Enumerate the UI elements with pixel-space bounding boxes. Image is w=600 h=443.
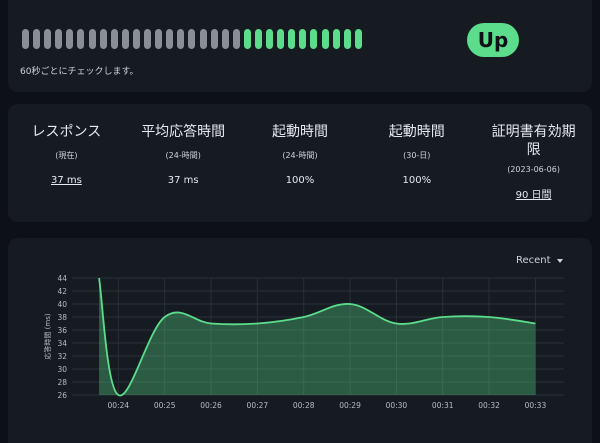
heartbeat-unknown[interactable] <box>99 29 107 49</box>
heartbeat-up[interactable] <box>321 29 329 49</box>
y-tick-label: 42 <box>57 287 67 296</box>
heartbeat-up[interactable] <box>243 29 251 49</box>
stat-value: 100% <box>285 175 315 186</box>
stat-title: レスポンス <box>31 124 102 140</box>
stat-response: レスポンス (現在) 37 ms <box>8 123 125 201</box>
x-tick-label: 00:25 <box>154 401 176 410</box>
heartbeat-up[interactable] <box>288 29 296 49</box>
heartbeat-unknown[interactable] <box>155 29 163 49</box>
y-tick-label: 32 <box>57 352 67 361</box>
heartbeat-unknown[interactable] <box>110 29 118 49</box>
heartbeat-unknown[interactable] <box>22 29 29 49</box>
heartbeat-up[interactable] <box>332 29 340 49</box>
stat-sub: (現在) <box>55 151 78 160</box>
stat-cert-expiry: 証明書有効期限 (2023-06-06) 90 日間 <box>475 123 592 201</box>
heartbeat-unknown[interactable] <box>210 29 218 49</box>
y-tick-label: 36 <box>57 326 67 335</box>
heartbeat-up[interactable] <box>277 29 285 49</box>
heartbeat-unknown[interactable] <box>177 29 185 49</box>
stat-value: 100% <box>402 175 432 186</box>
x-tick-label: 00:27 <box>247 401 269 410</box>
status-badge: Up <box>467 23 519 57</box>
stat-title: 平均応答時間 <box>141 124 226 140</box>
stat-sub: (30-日) <box>403 151 431 160</box>
stat-sub: (2023-06-06) <box>507 165 560 174</box>
y-tick-label: 28 <box>57 378 67 387</box>
heartbeat-up[interactable] <box>310 29 318 49</box>
stat-title: 起動時間 <box>388 124 445 140</box>
heartbeat-unknown[interactable] <box>66 29 74 49</box>
stat-uptime-24h: 起動時間 (24-時間) 100% <box>242 123 359 201</box>
heartbeat-card: Up 60秒ごとにチェックします。 <box>8 0 592 92</box>
y-tick-label: 30 <box>57 365 67 374</box>
stat-title: 証明書有効期限 <box>491 124 576 158</box>
y-tick-label: 34 <box>57 339 67 348</box>
stat-avg-response: 平均応答時間 (24-時間) 37 ms <box>125 123 242 201</box>
x-tick-label: 00:30 <box>386 401 408 410</box>
heartbeat-unknown[interactable] <box>144 29 152 49</box>
x-tick-label: 00:32 <box>478 401 500 410</box>
check-interval-note: 60秒ごとにチェックします。 <box>20 67 139 77</box>
heartbeat-unknown[interactable] <box>121 29 129 49</box>
y-tick-label: 44 <box>57 274 67 283</box>
heartbeat-up[interactable] <box>299 29 307 49</box>
x-tick-label: 00:28 <box>293 401 315 410</box>
heartbeat-up[interactable] <box>254 29 262 49</box>
stat-title: 起動時間 <box>271 124 328 140</box>
stat-value: 37 ms <box>167 175 199 186</box>
heartbeat-unknown[interactable] <box>166 29 174 49</box>
stat-sub: (24-時間) <box>282 151 318 160</box>
heartbeat-up[interactable] <box>343 29 351 49</box>
stat-uptime-30d: 起動時間 (30-日) 100% <box>358 123 475 201</box>
x-tick-label: 00:33 <box>525 401 547 410</box>
stat-value-link[interactable]: 37 ms <box>8 175 125 186</box>
y-tick-label: 38 <box>57 313 67 322</box>
heartbeat-unknown[interactable] <box>132 29 140 49</box>
stats-card: レスポンス (現在) 37 ms 平均応答時間 (24-時間) 37 ms 起動… <box>8 104 592 222</box>
x-tick-label: 00:26 <box>200 401 222 410</box>
heartbeat-unknown[interactable] <box>199 29 207 49</box>
heartbeat-unknown[interactable] <box>33 29 41 49</box>
heartbeat-bar <box>22 29 362 49</box>
heartbeat-unknown[interactable] <box>77 29 85 49</box>
heartbeat-unknown[interactable] <box>44 29 52 49</box>
stat-sub: (24-時間) <box>165 151 201 160</box>
chart-card: Recent 26 28 30 32 34 36 38 40 42 44 00:24 00:25 00:… <box>8 238 592 443</box>
heartbeat-up[interactable] <box>266 29 274 49</box>
heartbeat-unknown[interactable] <box>188 29 196 49</box>
y-axis-label: 応答時間 (ms) <box>43 313 52 359</box>
y-tick-label: 26 <box>57 391 67 400</box>
heartbeat-unknown[interactable] <box>55 29 63 49</box>
y-tick-label: 40 <box>57 300 67 309</box>
stat-value-link[interactable]: 90 日間 <box>475 186 592 201</box>
x-tick-label: 00:29 <box>339 401 361 410</box>
heartbeat-unknown[interactable] <box>221 29 229 49</box>
heartbeat-unknown[interactable] <box>232 29 240 49</box>
heartbeat-up[interactable] <box>354 29 362 49</box>
heartbeat-unknown[interactable] <box>88 29 96 49</box>
response-time-chart: 26 28 30 32 34 36 38 40 42 44 00:24 00:25 00:26 00:27… <box>43 274 564 410</box>
x-tick-label: 00:31 <box>432 401 454 410</box>
x-tick-label: 00:24 <box>108 401 130 410</box>
